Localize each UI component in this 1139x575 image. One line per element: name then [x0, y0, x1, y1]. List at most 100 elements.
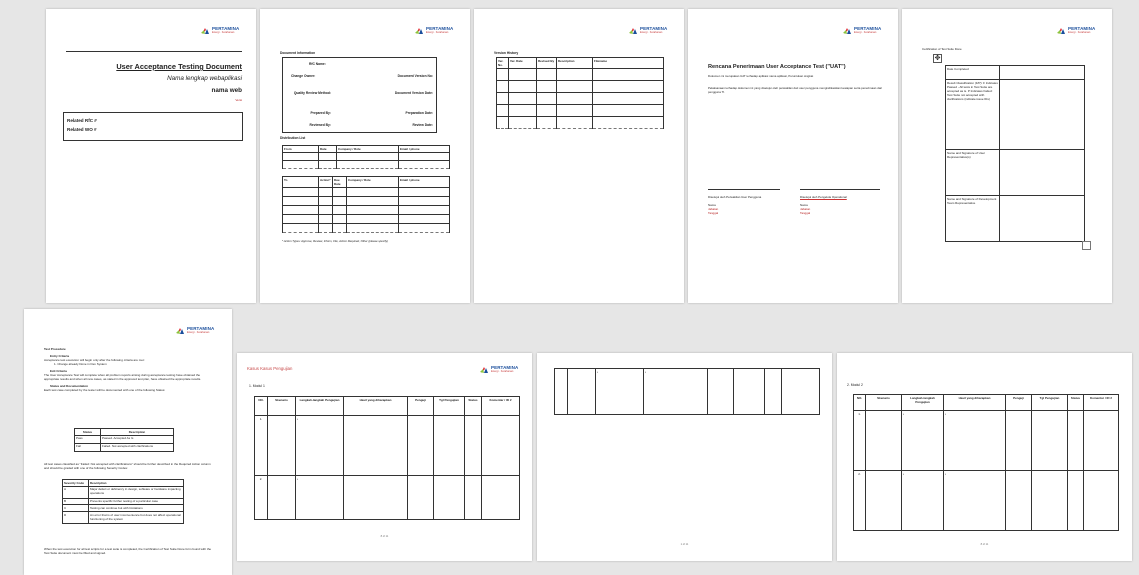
- page-1-cover[interactable]: PERTAMINA Energi · Ketahanan User Accepta…: [46, 9, 256, 303]
- page-footer: 1 of 11: [680, 543, 689, 546]
- status-table: Status Description Pass Passed. Accepted A…: [74, 428, 174, 452]
- table-row: [282, 213, 450, 224]
- cert-label: Date Completed: [945, 65, 1000, 80]
- table-row: C Testing can continue but with limitatio…: [62, 504, 184, 512]
- table-row: [496, 79, 664, 93]
- table-row: Fail Failed. Not accepted with clarificat…: [74, 442, 174, 452]
- row-number: 1.: [853, 410, 866, 471]
- sign-left-fields: Nama Jabatan Tanggal: [708, 203, 718, 216]
- table-row: Date Completed: [945, 65, 1085, 80]
- table-resize-handle[interactable]: [1082, 241, 1091, 250]
- review-date-label: Review Date:: [412, 123, 433, 127]
- table-row: [496, 67, 664, 81]
- tanggal-field: Tanggal: [800, 210, 811, 215]
- col-header: Komentar / ID #: [1083, 394, 1119, 411]
- table-row: B Prevents specific further testing of a …: [62, 497, 184, 506]
- version-label: Versi: [235, 98, 242, 102]
- table-row: A Major defect or deficiency in design, s…: [62, 485, 184, 499]
- web-name: nama web: [211, 87, 242, 94]
- page-9-test-cases-module-2[interactable]: 2. Modul 2 NO. Skenario Langkah-langkah …: [837, 353, 1132, 561]
- col-header: Hasil yang diharapkan: [943, 394, 1006, 411]
- col-header: NO.: [853, 394, 866, 411]
- severity-code: C: [62, 504, 89, 512]
- page-7-test-cases-module-1[interactable]: PERTAMINA Energi · Ketahanan Kasus Kasus …: [237, 353, 532, 561]
- table-move-handle[interactable]: ✥: [933, 54, 942, 63]
- table-row: [496, 103, 664, 117]
- severity-desc: Testing can continue but with limitation…: [88, 504, 184, 512]
- test-cases-heading: Kasus Kasus Pengujian: [247, 366, 293, 371]
- table-row: [282, 186, 450, 197]
- doc-version-label: Document Version No:: [397, 74, 433, 78]
- prepared-by-label: Prepared By:: [310, 111, 331, 115]
- table-row: • •: [554, 368, 820, 415]
- pertamina-logo-icon: [201, 28, 209, 34]
- certification-table: Date Completed Result Classification (F/…: [945, 65, 1085, 242]
- table-row: D An error that is of user inconvenience …: [62, 510, 184, 524]
- quality-review-label: Quality Review Method:: [293, 91, 331, 95]
- table-row: Name and Signature of Development Team R…: [945, 195, 1085, 242]
- action-footnote: * Action Types: Approve, Review, Inform,…: [282, 239, 388, 243]
- row-number: 2.: [853, 470, 866, 531]
- page-8-table-continuation[interactable]: • • 1 of 11: [537, 353, 832, 561]
- severity-table: Severity Code Description A Major defect o…: [62, 479, 184, 524]
- module-2-label: 2. Modul 2: [847, 383, 863, 387]
- page-6-test-procedure[interactable]: PERTAMINA Energi · Ketahanan Test Procedu…: [24, 309, 232, 575]
- test-cases-table: NO. Skenario Langkah-langkah Pengujian H…: [853, 394, 1119, 531]
- page-5-certification[interactable]: PERTAMINA Energi · Ketahanan Certificatio…: [902, 9, 1112, 303]
- related-box: Related RfC # Related WO #: [63, 112, 243, 141]
- status-cell: Fail: [74, 442, 101, 452]
- page-2-document-info[interactable]: PERTAMINA Energi · Ketahanan Document Inf…: [260, 9, 470, 303]
- table-row: 1. •: [254, 415, 520, 476]
- rfc-name-label: RfC Name:: [309, 62, 326, 66]
- col-header: Company / Role: [336, 145, 399, 153]
- pertamina-logo: PERTAMINA Energi · Ketahanan: [176, 326, 214, 335]
- col-header: Description: [556, 57, 593, 69]
- test-procedure-heading: Test Procedure: [44, 347, 66, 351]
- col-header: Revised By: [536, 57, 557, 69]
- table-row: Result Classification (F/P): F Indicates…: [945, 79, 1085, 150]
- severity-code: D: [62, 510, 89, 524]
- severity-desc: Prevents specific further testing of a p…: [88, 497, 184, 506]
- reviewed-by-label: Reviewed By:: [309, 123, 331, 127]
- col-header: Penguji: [407, 396, 434, 416]
- page-4-acceptance-plan[interactable]: PERTAMINA Energi · Ketahanan Rencana Pene…: [688, 9, 898, 303]
- table-row: Pass Passed. Accepted As Is: [74, 434, 174, 444]
- procedure-text: Test Procedure Entry Criteria Acceptance…: [44, 347, 216, 392]
- related-wo: Related WO #: [67, 127, 97, 132]
- page-footer: 8 of 11: [980, 543, 989, 546]
- pertamina-logo-icon: [176, 328, 184, 334]
- row-number: 1.: [254, 415, 268, 476]
- table-row: 1. • •: [853, 410, 1119, 471]
- entry-criteria-item: 1. Change already Done in Dev System: [54, 362, 107, 367]
- cert-label: Name and Signature of Development Team R…: [945, 195, 1000, 242]
- cert-label: Result Classification (F/P): F Indicates…: [945, 79, 1000, 150]
- sign-right-fields: Nama Jabatan Tanggal: [800, 203, 811, 216]
- preparation-date-label: Preparation Date:: [405, 111, 433, 115]
- col-header: Komentar / ID #: [481, 396, 520, 416]
- col-header: Skenario: [865, 394, 902, 411]
- severity-desc: An error that is of user inconvenience b…: [88, 510, 184, 524]
- doc-info-heading: Document Information: [280, 51, 316, 55]
- page-3-version-history[interactable]: PERTAMINA Energi · Ketahanan Version Hist…: [474, 9, 684, 303]
- col-header: Email / phone: [398, 145, 450, 153]
- pertamina-logo: PERTAMINA Energi · Ketahanan: [843, 26, 881, 35]
- row-number: 2.: [254, 475, 268, 520]
- status-desc: Passed. Accepted As Is: [100, 434, 174, 444]
- col-header: Status: [1067, 394, 1084, 411]
- col-header: Company / Role: [346, 176, 399, 188]
- col-header: Status: [464, 396, 482, 416]
- col-header: Tgl Pengujian: [433, 396, 465, 416]
- col-header: Filename: [592, 57, 664, 69]
- pertamina-logo: PERTAMINA Energi · Ketahanan: [629, 26, 667, 35]
- severity-text: All test cases classified as "Failed: No…: [44, 462, 211, 471]
- continuation-table: • •: [554, 368, 820, 415]
- change-owner-label: Change Owner:: [291, 74, 316, 78]
- distribution-from-table: From Date Company / Role Email / phone: [282, 145, 450, 169]
- certification-heading: Certification of Test Suite Done: [922, 47, 962, 51]
- col-header: Status: [74, 428, 101, 436]
- pertamina-logo-icon: [1057, 28, 1065, 34]
- col-header: Severity Code: [62, 479, 89, 487]
- sign-right-label: Disetujui oleh Pengelola Operational: [800, 195, 847, 199]
- closing-text: When the test execution for all test scr…: [44, 547, 212, 556]
- col-header: To: [282, 176, 319, 188]
